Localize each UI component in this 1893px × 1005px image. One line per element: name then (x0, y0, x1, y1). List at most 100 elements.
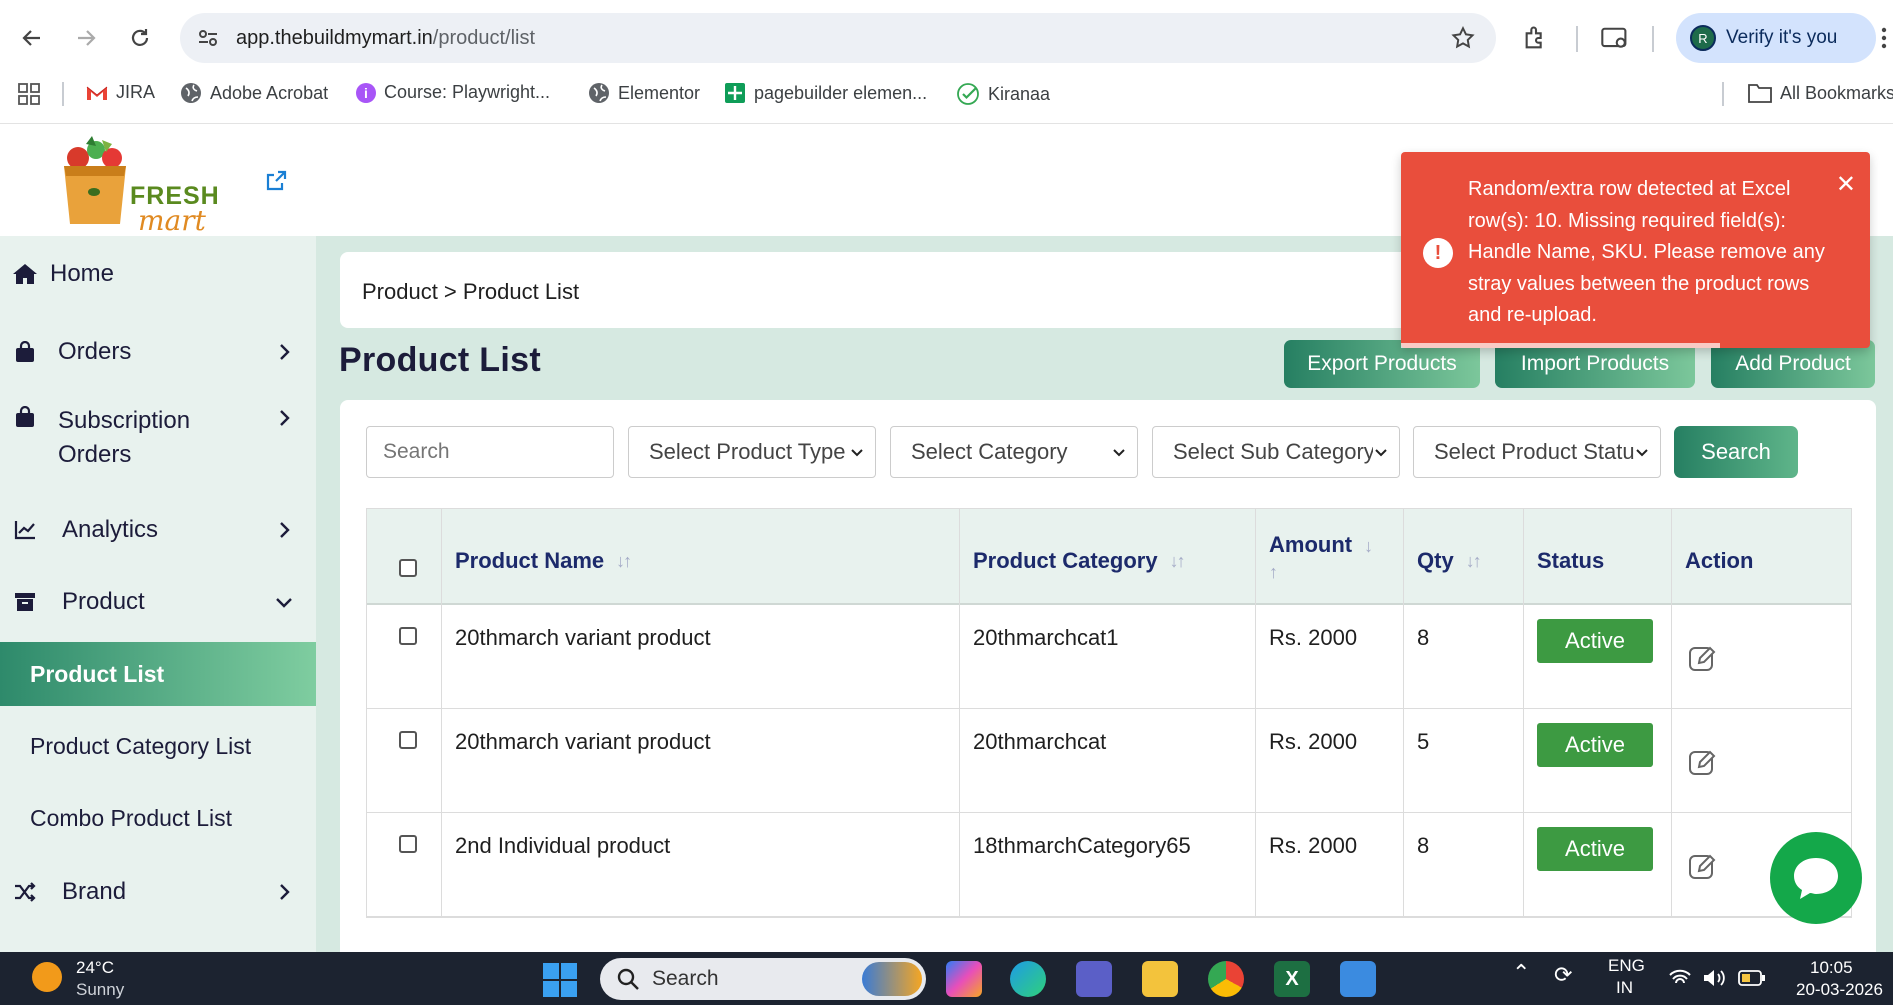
product-status-select[interactable]: Select Product Status (1413, 426, 1661, 478)
error-toast: ! Random/extra row detected at Excel row… (1401, 152, 1870, 348)
product-type-select[interactable]: Select Product Type (628, 426, 876, 478)
select-all-checkbox[interactable] (399, 559, 417, 577)
chat-button[interactable] (1770, 832, 1862, 924)
chevron-right-icon (280, 884, 290, 900)
folder-icon (1748, 84, 1772, 103)
qty-cell: 8 (1417, 625, 1430, 650)
header-product-name[interactable]: Product Name ↓↑ (441, 509, 959, 605)
sub-category-select[interactable]: Select Sub Category (1152, 426, 1400, 478)
bookmark-elementor[interactable]: Elementor (588, 82, 700, 104)
gmail-icon (86, 86, 108, 100)
bookmark-kiranaa[interactable]: Kiranaa (956, 82, 1050, 106)
sidebar-item-combo-product-list[interactable]: Combo Product List (0, 786, 316, 850)
product-table: Product Name ↓↑ Product Category ↓↑ Amount… (366, 508, 1852, 918)
teams-icon[interactable] (1076, 961, 1112, 997)
edge-browser-icon[interactable] (1010, 961, 1046, 997)
check-icon (957, 83, 979, 105)
chevron-down-icon (1634, 445, 1650, 461)
battery-icon[interactable] (1738, 970, 1766, 986)
product-name-cell: 20thmarch variant product (455, 625, 711, 650)
fresh-mart-logo[interactable]: FRESH mart (56, 136, 219, 237)
sidebar-item-home[interactable]: Home (0, 250, 316, 298)
sort-icon: ↑ (1269, 561, 1278, 582)
site-settings-icon[interactable] (196, 26, 220, 50)
bookmark-adobe-acrobat[interactable]: Adobe Acrobat (180, 82, 328, 104)
breadcrumb: Product > Product List (362, 279, 580, 304)
copilot-icon[interactable] (946, 961, 982, 997)
shuffle-icon (12, 879, 38, 905)
more-menu-icon[interactable] (1880, 26, 1888, 50)
sidebar-item-analytics[interactable]: Analytics (0, 506, 316, 554)
reload-button[interactable] (122, 20, 158, 56)
notepad-icon[interactable] (1340, 961, 1376, 997)
globe-icon (181, 83, 201, 103)
file-explorer-icon[interactable] (1142, 961, 1178, 997)
weather-desc: Sunny (76, 980, 125, 999)
sidebar-item-brand[interactable]: Brand (0, 868, 316, 916)
row-checkbox[interactable] (399, 731, 417, 749)
sidebar-item-orders[interactable]: Orders (0, 328, 316, 376)
volume-icon[interactable] (1702, 968, 1726, 988)
qty-cell: 8 (1417, 833, 1430, 858)
show-hidden-icons-icon[interactable]: ⌃ (1512, 960, 1530, 986)
category-select[interactable]: Select Category (890, 426, 1138, 478)
edit-icon[interactable] (1687, 643, 1719, 675)
wifi-icon[interactable] (1668, 968, 1692, 988)
chevron-down-icon (849, 445, 865, 461)
address-bar[interactable]: app.thebuildmymart.in/product/list (180, 13, 1496, 63)
column-divider (441, 509, 442, 917)
edit-icon[interactable] (1687, 851, 1719, 883)
clock-time[interactable]: 10:05 (1810, 958, 1853, 978)
chrome-icon[interactable] (1208, 961, 1244, 997)
tab-search-icon[interactable] (1600, 24, 1630, 52)
line-chart-icon (12, 517, 38, 543)
row-checkbox[interactable] (399, 835, 417, 853)
table-row: 20thmarch variant product 20thmarchcat1 … (367, 605, 1851, 709)
bookmark-pagebuilder[interactable]: pagebuilder elemen... (724, 82, 927, 104)
extensions-icon[interactable] (1522, 24, 1550, 52)
header-amount[interactable]: Amount ↓ ↑ (1255, 509, 1403, 605)
search-highlight-icon (862, 962, 922, 996)
windows-start-icon[interactable] (542, 962, 578, 998)
browser-chrome: app.thebuildmymart.in/product/list R Ver… (0, 0, 1893, 124)
chevron-right-icon (280, 522, 290, 538)
bookmark-course-playwright[interactable]: i Course: Playwright... (356, 82, 550, 103)
logo-text-mart: mart (138, 204, 206, 237)
search-input[interactable] (366, 426, 614, 478)
language-indicator-top[interactable]: ENG (1608, 956, 1645, 976)
error-exclamation-icon: ! (1423, 238, 1453, 268)
row-checkbox[interactable] (399, 627, 417, 645)
sidebar-item-product-list[interactable]: Product List (0, 642, 316, 706)
status-badge[interactable]: Active (1537, 619, 1653, 663)
sidebar-item-subscription-orders[interactable]: Subscription Orders (0, 400, 316, 472)
all-bookmarks-button[interactable]: All Bookmarks (1748, 82, 1893, 104)
status-badge[interactable]: Active (1537, 827, 1653, 871)
weather-sun-icon[interactable] (32, 962, 62, 992)
product-category-cell: 20thmarchcat (973, 729, 1107, 754)
forward-button[interactable] (68, 20, 104, 56)
back-button[interactable] (14, 20, 50, 56)
header-product-category[interactable]: Product Category ↓↑ (959, 509, 1255, 605)
excel-icon[interactable]: X (1274, 961, 1310, 997)
search-button[interactable]: Search (1674, 426, 1798, 478)
sidebar-item-product-category-list[interactable]: Product Category List (0, 714, 316, 778)
edit-icon[interactable] (1687, 747, 1719, 779)
archive-box-icon (12, 589, 38, 615)
sync-icon[interactable]: ⟳ (1554, 962, 1572, 988)
bookmark-jira[interactable]: JIRA (86, 82, 155, 103)
external-link-icon[interactable] (264, 169, 288, 193)
status-badge[interactable]: Active (1537, 723, 1653, 767)
toast-close-icon[interactable]: ✕ (1836, 170, 1856, 199)
sort-icon: ↓↑ (1169, 550, 1186, 571)
product-category-cell: 20thmarchcat1 (973, 625, 1119, 650)
apps-grid-icon[interactable] (18, 83, 40, 105)
sidebar-item-product[interactable]: Product (0, 578, 316, 626)
qty-cell: 5 (1417, 729, 1430, 754)
verify-profile-button[interactable]: R Verify it's you (1676, 13, 1876, 63)
header-qty[interactable]: Qty ↓↑ (1403, 509, 1523, 605)
bookmark-star-icon[interactable] (1450, 25, 1476, 51)
chevron-down-icon (1111, 445, 1127, 461)
taskbar-search[interactable]: Search (600, 958, 926, 1000)
profile-avatar: R (1690, 25, 1716, 51)
grocery-bag-logo-icon (64, 136, 126, 224)
